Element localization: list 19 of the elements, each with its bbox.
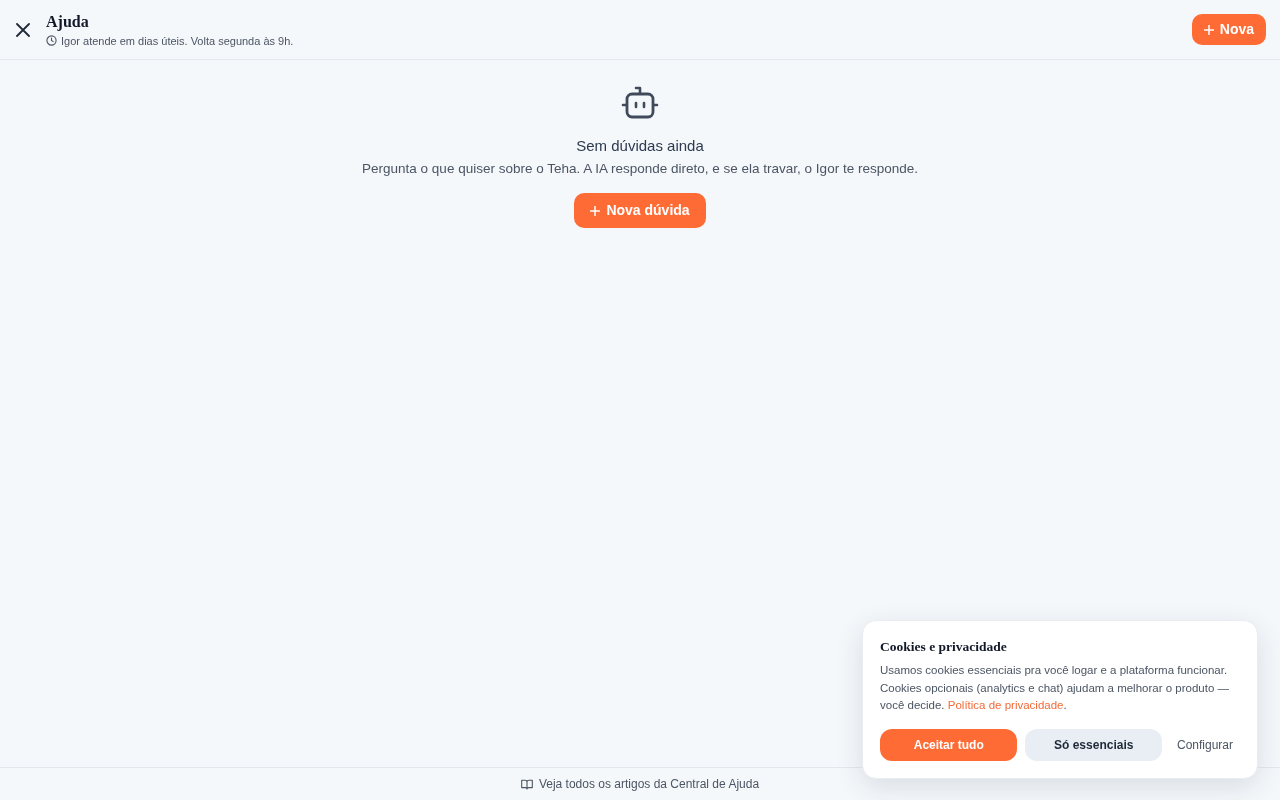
accept-all-button[interactable]: Aceitar tudo [880, 728, 1018, 761]
cookie-title: Cookies e privacidade [880, 638, 1008, 656]
new-question-button[interactable]: Nova dúvida [574, 193, 706, 228]
robot-icon [621, 86, 659, 120]
availability-text: Igor atende em dias úteis. Volta segunda às 9h. [61, 33, 294, 48]
plus-icon [1203, 24, 1214, 35]
new-button[interactable]: Nova [1191, 14, 1266, 45]
page-title: Ajuda [46, 11, 90, 32]
close-icon [16, 22, 30, 37]
plus-icon [590, 205, 601, 216]
empty-state-heading: Sem dúvidas ainda [576, 136, 704, 156]
empty-state-text: Pergunta o que quiser sobre o Teha. A IA responde direto, e se ela travar, o Igor te responde. [362, 160, 918, 178]
configure-button[interactable]: Configurar [1169, 728, 1240, 761]
clock-icon [46, 35, 57, 46]
help-center-link[interactable]: Veja todos os artigos da Central de Ajuda [520, 775, 760, 793]
essentials-only-button[interactable]: Só essenciais [1025, 728, 1162, 761]
cookie-text: Usamos cookies essenciais pra você logar e a plataforma funcionar. Cookies opcionais (analytics e chat) ajudam a melhorar o produto — você decide. Política de privacidade. [880, 663, 1230, 713]
close-button[interactable] [14, 20, 32, 39]
book-icon [520, 778, 533, 790]
